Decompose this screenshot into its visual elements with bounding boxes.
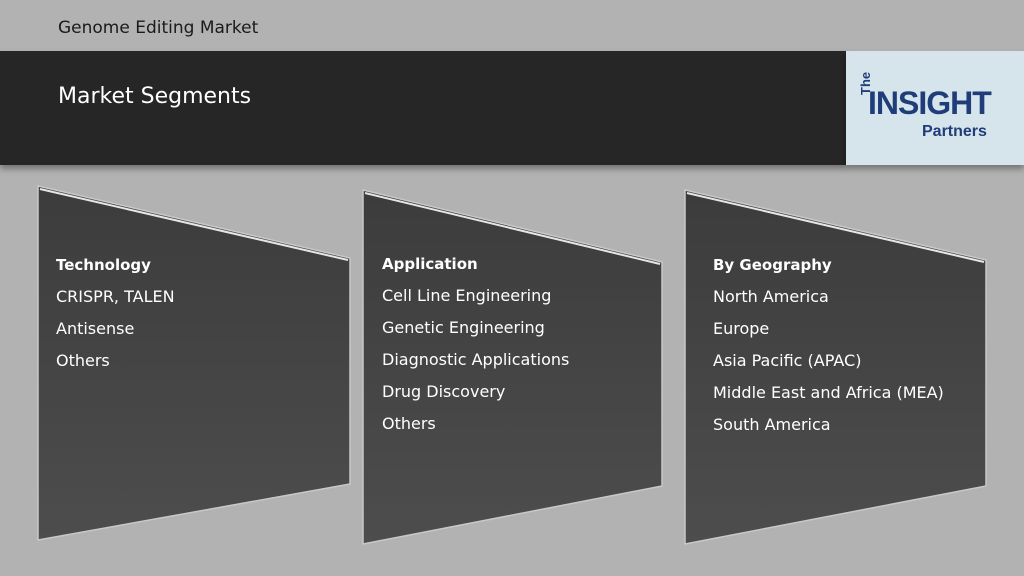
segment-item: North America <box>713 287 829 306</box>
segment-item: Others <box>382 414 436 433</box>
segment-item: Others <box>56 351 110 370</box>
segment-item: Middle East and Africa (MEA) <box>713 383 944 402</box>
segment-title: By Geography <box>713 256 832 274</box>
segment-item: Asia Pacific (APAC) <box>713 351 862 370</box>
segment-application: Application Cell Line Engineering Geneti… <box>382 255 569 445</box>
segment-item: CRISPR, TALEN <box>56 287 175 306</box>
segment-item: Cell Line Engineering <box>382 286 552 305</box>
segment-item: Diagnostic Applications <box>382 350 570 369</box>
segment-title: Technology <box>56 256 151 274</box>
segment-item: Antisense <box>56 319 135 338</box>
segment-item: South America <box>713 415 831 434</box>
segment-item: Europe <box>713 319 770 338</box>
segment-item: Genetic Engineering <box>382 318 545 337</box>
segment-geography: By Geography North America Europe Asia P… <box>713 256 944 446</box>
segment-title: Application <box>382 255 478 273</box>
segment-item: Drug Discovery <box>382 382 506 401</box>
segment-technology: Technology CRISPR, TALEN Antisense Other… <box>56 256 175 382</box>
